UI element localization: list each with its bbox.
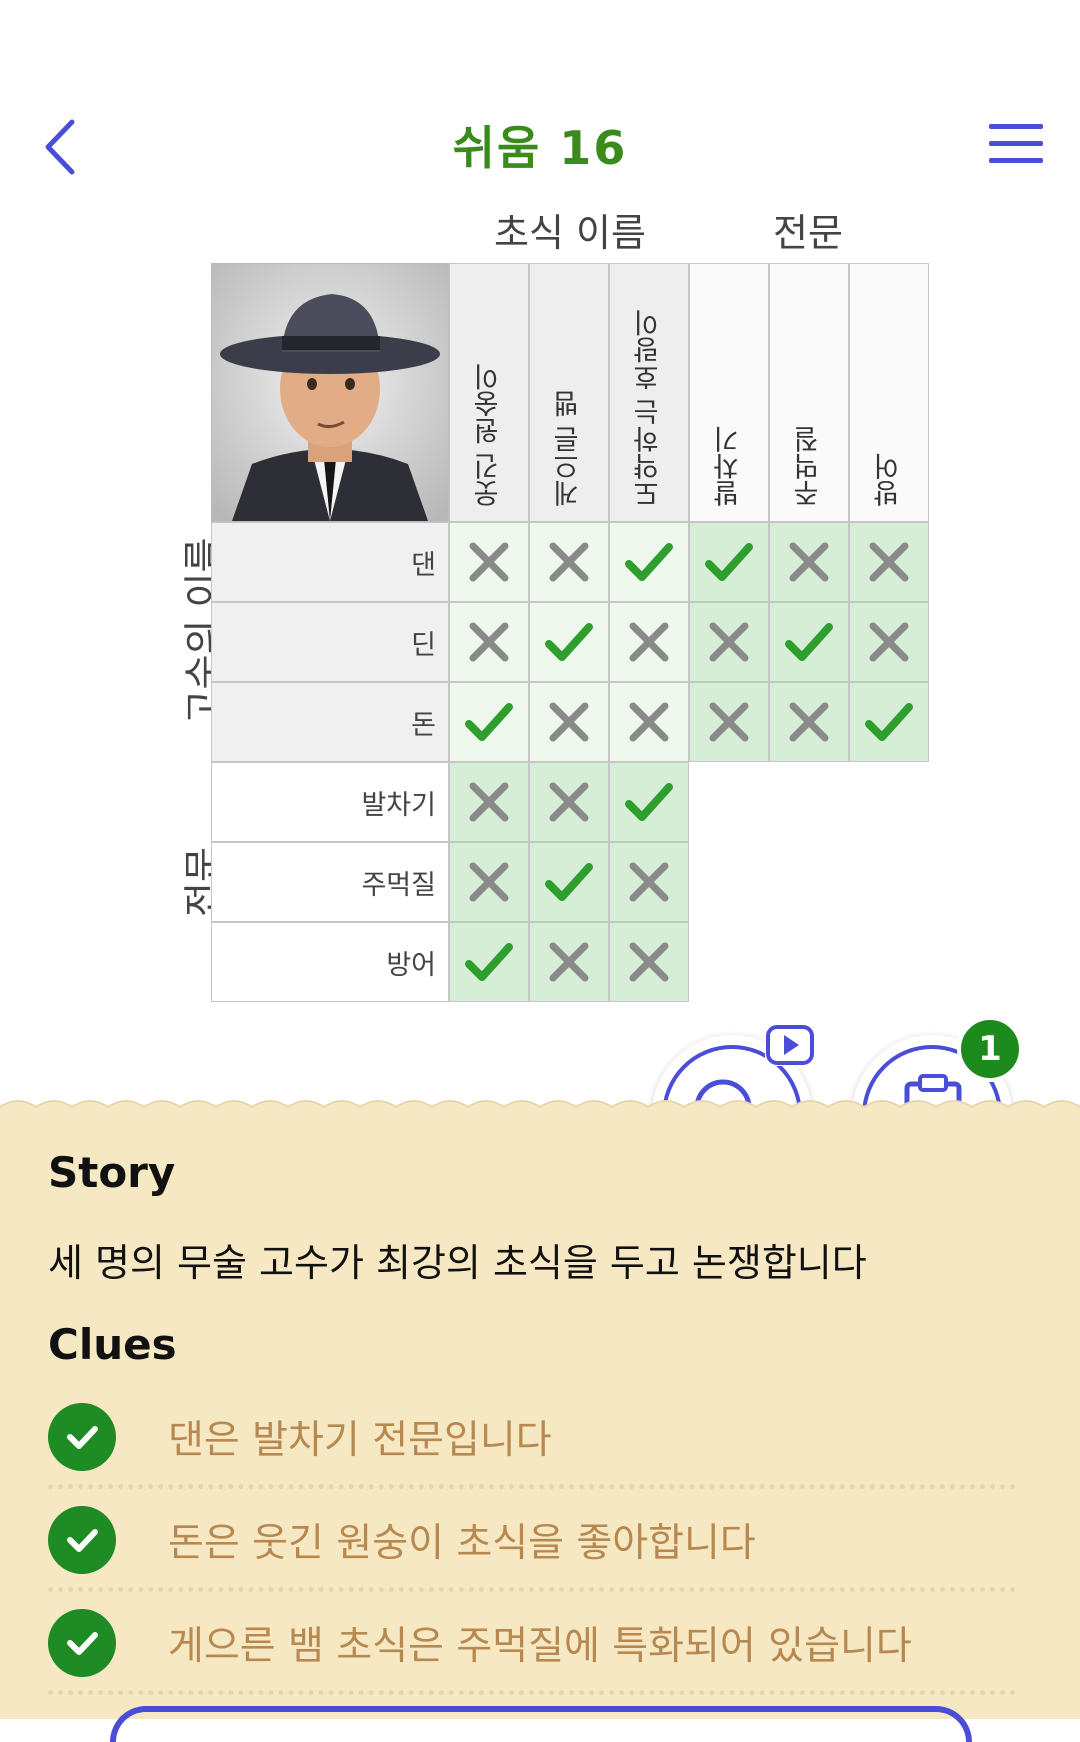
grid-cell[interactable] [609, 762, 689, 842]
clue-text: 게으른 뱀 초식은 주먹질에 특화되어 있습니다 [168, 1624, 912, 1669]
column-header: 게으른 뱀 [529, 263, 609, 522]
grid-cell[interactable] [529, 842, 609, 922]
grid-cell[interactable] [769, 602, 849, 682]
grid-cell[interactable] [849, 682, 929, 762]
grid-cell[interactable] [689, 602, 769, 682]
row-header: 주먹질 [211, 842, 449, 922]
clue-divider [48, 1690, 1016, 1695]
clue-text: 돈은 웃긴 원숭이 초식을 좋아합니다 [168, 1521, 756, 1566]
cross-icon [629, 702, 669, 742]
row-header: 발차기 [211, 762, 449, 842]
column-header-label: 도약하는 호랑이 [633, 309, 665, 507]
grid-cell[interactable] [449, 682, 529, 762]
column-header-label: 주먹질 [793, 426, 825, 507]
grid-cell[interactable] [449, 922, 529, 1002]
cross-icon [869, 622, 909, 662]
check-circle-icon [48, 1506, 116, 1574]
grid-cell[interactable] [529, 922, 609, 1002]
cross-icon [549, 942, 589, 982]
check-icon [545, 623, 593, 661]
grid-cell[interactable] [529, 602, 609, 682]
clues-heading: Clues [48, 1320, 177, 1369]
cross-icon [549, 542, 589, 582]
clue-item[interactable]: 돈은 웃긴 원숭이 초식을 좋아합니다 [48, 1498, 1016, 1592]
column-header: 주먹질 [769, 263, 849, 522]
column-header-label: 발차기 [713, 426, 745, 507]
page-title: 쉬움 16 [452, 121, 628, 175]
row-header: 딘 [211, 602, 449, 682]
check-icon [465, 943, 513, 981]
cross-icon [469, 542, 509, 582]
clue-divider [48, 1587, 1016, 1592]
grid-cell[interactable] [449, 522, 529, 602]
grid-cell[interactable] [769, 522, 849, 602]
cross-icon [789, 702, 829, 742]
grid-cell[interactable] [609, 842, 689, 922]
grid-cell[interactable] [609, 922, 689, 1002]
grid-cell[interactable] [449, 602, 529, 682]
cross-icon [789, 542, 829, 582]
story-text: 세 명의 무술 고수가 최강의 초식을 두고 논쟁합니다 [48, 1241, 867, 1285]
detective-portrait [211, 263, 449, 522]
grid-cell[interactable] [449, 842, 529, 922]
grid-cell[interactable] [689, 682, 769, 762]
column-header-label: 웃긴 원숭이 [473, 363, 505, 507]
grid-cell[interactable] [609, 682, 689, 762]
cross-icon [469, 862, 509, 902]
check-icon [705, 543, 753, 581]
cross-icon [469, 782, 509, 822]
check-circle-icon [48, 1403, 116, 1471]
cross-icon [709, 702, 749, 742]
grid-cell[interactable] [609, 522, 689, 602]
grid-cell[interactable] [529, 762, 609, 842]
cross-icon [629, 942, 669, 982]
column-header: 방어 [849, 263, 929, 522]
row-header: 돈 [211, 682, 449, 762]
grid-cell[interactable] [849, 522, 929, 602]
column-header: 발차기 [689, 263, 769, 522]
check-icon [465, 703, 513, 741]
menu-button[interactable] [987, 122, 1045, 166]
column-header: 도약하는 호랑이 [609, 263, 689, 522]
grid-cell[interactable] [529, 522, 609, 602]
clipboard-badge: 1 [957, 1016, 1023, 1082]
bottom-action-button-edge[interactable] [110, 1706, 972, 1742]
group-header-specialty: 전문 [773, 211, 843, 255]
check-icon [625, 543, 673, 581]
column-header-label: 게으른 뱀 [553, 390, 585, 507]
column-header: 웃긴 원숭이 [449, 263, 529, 522]
grid-cell[interactable] [449, 762, 529, 842]
check-icon [545, 863, 593, 901]
cross-icon [549, 782, 589, 822]
grid-cell[interactable] [769, 682, 849, 762]
cross-icon [629, 622, 669, 662]
cross-icon [549, 702, 589, 742]
video-ad-icon [765, 1024, 815, 1066]
grid-cell[interactable] [849, 602, 929, 682]
row-header: 댄 [211, 522, 449, 602]
clue-item[interactable]: 게으른 뱀 초식은 주먹질에 특화되어 있습니다 [48, 1601, 1016, 1695]
check-icon [865, 703, 913, 741]
grid-cell[interactable] [689, 522, 769, 602]
cross-icon [469, 622, 509, 662]
group-header-moves: 초식 이름 [494, 211, 646, 255]
check-icon [625, 783, 673, 821]
clue-text: 댄은 발차기 전문입니다 [168, 1418, 552, 1463]
hamburger-icon [989, 124, 1043, 163]
cross-icon [629, 862, 669, 902]
grid-cell[interactable] [609, 602, 689, 682]
story-heading: Story [48, 1148, 176, 1197]
check-icon [785, 623, 833, 661]
grid-cell[interactable] [529, 682, 609, 762]
clue-item[interactable]: 댄은 발차기 전문입니다 [48, 1395, 1016, 1489]
check-circle-icon [48, 1609, 116, 1677]
cross-icon [709, 622, 749, 662]
row-header: 방어 [211, 922, 449, 1002]
clue-divider [48, 1484, 1016, 1489]
column-header-label: 방어 [873, 453, 905, 507]
cross-icon [869, 542, 909, 582]
